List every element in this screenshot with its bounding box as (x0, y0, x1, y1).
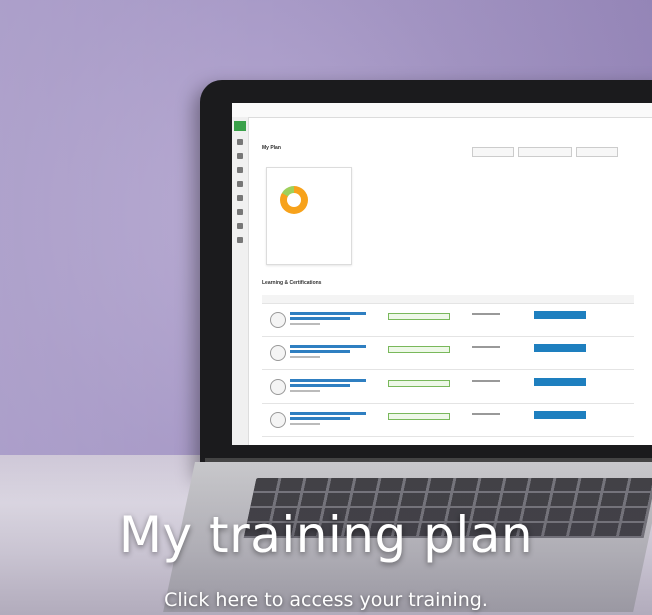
sidebar-icon (237, 167, 243, 173)
app-topbar (232, 103, 652, 118)
training-plan-banner[interactable]: My Plan Learning & Certifications My tra… (0, 0, 652, 615)
screen-table-row (262, 406, 634, 437)
sidebar-home-icon (234, 121, 246, 131)
screen-tab-collection (576, 147, 618, 157)
app-sidebar (232, 117, 249, 445)
banner-subline-link[interactable]: Click here to access your training. (0, 588, 652, 612)
screen-table-row (262, 306, 634, 337)
screen-table-row (262, 339, 634, 370)
sidebar-icon (237, 237, 243, 243)
screen-tab-skills (518, 147, 572, 157)
sidebar-icon (237, 223, 243, 229)
screen-tab-plan (472, 147, 514, 157)
screen-table-row (262, 373, 634, 404)
screen-donut-chart (280, 186, 308, 214)
sidebar-icon (237, 153, 243, 159)
sidebar-icon (237, 209, 243, 215)
sidebar-icon (237, 181, 243, 187)
screen-section-title: Learning & Certifications (262, 280, 322, 286)
sidebar-icon (237, 139, 243, 145)
screen-page-title: My Plan (262, 145, 281, 151)
screen-table-header (262, 295, 634, 304)
laptop-screen-photo: My Plan Learning & Certifications (232, 103, 652, 445)
screen-summary-card (266, 167, 352, 265)
sidebar-icon (237, 195, 243, 201)
banner-headline[interactable]: My training plan (0, 505, 652, 565)
